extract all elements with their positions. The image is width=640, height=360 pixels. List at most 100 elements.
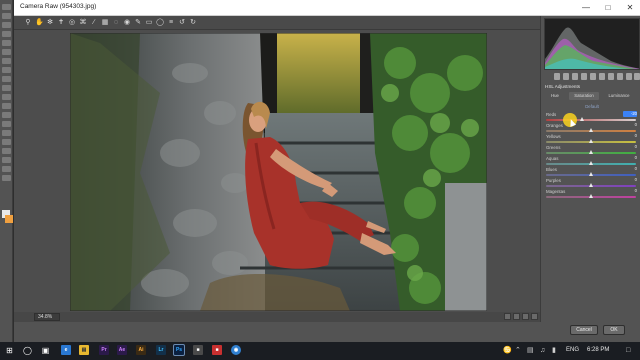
slider-thumb[interactable] xyxy=(589,172,593,176)
slider-thumb[interactable] xyxy=(589,194,593,198)
lasso-tool-icon[interactable] xyxy=(2,22,11,28)
brush-tool-icon[interactable] xyxy=(2,67,11,73)
rotate-right-icon[interactable]: ↻ xyxy=(189,18,197,27)
slider-value-field[interactable]: 0 xyxy=(623,188,637,194)
windows-start-icon[interactable]: ⊞ xyxy=(4,345,15,356)
slider-thumb[interactable] xyxy=(580,117,584,121)
slider-value-field[interactable]: 0 xyxy=(623,144,637,150)
stamp-tool-icon[interactable] xyxy=(2,76,11,82)
clock[interactable]: 6:28 PM xyxy=(587,347,609,353)
swap-icon[interactable] xyxy=(513,313,520,320)
calibration-icon[interactable] xyxy=(617,73,623,80)
close-icon[interactable]: ✕ xyxy=(619,0,640,16)
tone-curve-icon[interactable] xyxy=(563,73,569,80)
marquee-tool-icon[interactable] xyxy=(2,13,11,19)
person-icon[interactable]: ♋ xyxy=(503,346,512,355)
background-color-swatch[interactable] xyxy=(5,215,13,223)
premiere-icon[interactable]: Pr xyxy=(99,345,109,355)
tab-luminance[interactable]: Luminance xyxy=(603,92,635,100)
slider-value-field[interactable]: 0 xyxy=(623,177,637,183)
hsl-icon[interactable] xyxy=(581,73,587,80)
slider-value-field[interactable]: 0 xyxy=(623,133,637,139)
lightroom-icon[interactable]: Lr xyxy=(156,345,166,355)
minimize-icon[interactable]: — xyxy=(575,0,597,16)
slider-value-field[interactable]: 0 xyxy=(623,166,637,172)
preferences-icon[interactable]: ≡ xyxy=(167,18,175,27)
eraser-tool-icon[interactable] xyxy=(2,94,11,100)
app-icon-1[interactable]: ■ xyxy=(193,345,203,355)
effects-icon[interactable] xyxy=(608,73,614,80)
preview-image[interactable] xyxy=(70,33,487,311)
photoshop-icon[interactable]: Ps xyxy=(173,344,185,356)
notifications-icon[interactable]: □ xyxy=(626,346,630,355)
search-icon[interactable]: ◯ xyxy=(22,345,33,356)
crop-tool-icon[interactable] xyxy=(2,40,11,46)
history-brush-icon[interactable] xyxy=(2,85,11,91)
after-effects-icon[interactable]: Ae xyxy=(117,345,127,355)
tab-saturation[interactable]: Saturation xyxy=(569,92,599,100)
zoom-tool-icon[interactable] xyxy=(2,175,11,181)
default-link[interactable]: Default xyxy=(545,104,639,109)
maximize-icon[interactable]: □ xyxy=(597,0,619,16)
white-balance-icon[interactable]: ✻ xyxy=(46,18,54,27)
slider-thumb[interactable] xyxy=(589,161,593,165)
copy-settings-icon[interactable] xyxy=(522,313,529,320)
move-tool-icon[interactable] xyxy=(2,4,11,10)
slider-thumb[interactable] xyxy=(589,150,593,154)
slider-thumb[interactable] xyxy=(589,128,593,132)
task-view-icon[interactable]: ▣ xyxy=(40,345,51,356)
snapshots-icon[interactable] xyxy=(634,73,640,80)
edge-icon[interactable]: e xyxy=(61,345,71,355)
hand-tool-icon[interactable] xyxy=(2,166,11,172)
straighten-icon[interactable]: ∕ xyxy=(90,18,98,27)
zoom-icon[interactable]: ⚲ xyxy=(24,18,32,27)
color-sampler-icon[interactable]: ✝ xyxy=(57,18,65,27)
path-select-tool-icon[interactable] xyxy=(2,148,11,154)
language-indicator[interactable]: ENG xyxy=(566,347,579,353)
split-toning-icon[interactable] xyxy=(590,73,596,80)
eyedropper-tool-icon[interactable] xyxy=(2,49,11,55)
slider-track[interactable] xyxy=(546,119,636,121)
arrow-up-icon[interactable]: ⌃ xyxy=(515,346,521,355)
crop-icon[interactable]: ⌘ xyxy=(79,18,87,27)
tab-hue[interactable]: Hue xyxy=(545,92,565,100)
graduated-filter-icon[interactable]: ▭ xyxy=(145,18,153,27)
rotate-left-icon[interactable]: ↺ xyxy=(178,18,186,27)
spot-removal-icon[interactable]: ◌ xyxy=(112,18,120,27)
type-tool-icon[interactable] xyxy=(2,139,11,145)
before-after-icon[interactable] xyxy=(504,313,511,320)
transform-icon[interactable]: ▦ xyxy=(101,18,109,27)
target-adjust-icon[interactable]: ◎ xyxy=(68,18,76,27)
chrome-icon[interactable]: ◉ xyxy=(231,345,241,355)
gradient-tool-icon[interactable] xyxy=(2,103,11,109)
quick-select-tool-icon[interactable] xyxy=(2,31,11,37)
cancel-button[interactable]: Cancel xyxy=(570,325,598,335)
healing-tool-icon[interactable] xyxy=(2,58,11,64)
hand-icon[interactable]: ✋ xyxy=(35,18,44,27)
app-icon-2[interactable]: ■ xyxy=(212,345,222,355)
ok-button[interactable]: OK xyxy=(603,325,625,335)
slider-value-field[interactable]: 0 xyxy=(623,122,637,128)
battery-icon[interactable]: ▮ xyxy=(552,346,556,355)
adjustment-brush-icon[interactable]: ✎ xyxy=(134,18,142,27)
slider-value-field[interactable]: 0 xyxy=(623,155,637,161)
slider-thumb[interactable] xyxy=(589,183,593,187)
dodge-tool-icon[interactable] xyxy=(2,121,11,127)
slider-value-field[interactable]: -20 xyxy=(623,111,637,117)
volume-icon[interactable]: ♫ xyxy=(540,346,545,355)
toggle-defaults-icon[interactable] xyxy=(531,313,538,320)
illustrator-icon[interactable]: Ai xyxy=(136,345,146,355)
slider-thumb[interactable] xyxy=(589,139,593,143)
shape-tool-icon[interactable] xyxy=(2,157,11,163)
basic-panel-icon[interactable] xyxy=(554,73,560,80)
pen-tool-icon[interactable] xyxy=(2,130,11,136)
radial-filter-icon[interactable]: ◯ xyxy=(156,18,164,27)
detail-icon[interactable] xyxy=(572,73,578,80)
red-eye-icon[interactable]: ◉ xyxy=(123,18,131,27)
blur-tool-icon[interactable] xyxy=(2,112,11,118)
network-icon[interactable]: ▤ xyxy=(527,346,534,355)
presets-icon[interactable] xyxy=(626,73,632,80)
file-explorer-icon[interactable]: ▤ xyxy=(79,345,89,355)
zoom-level-field[interactable]: 34.8% xyxy=(34,313,60,321)
lens-corrections-icon[interactable] xyxy=(599,73,605,80)
